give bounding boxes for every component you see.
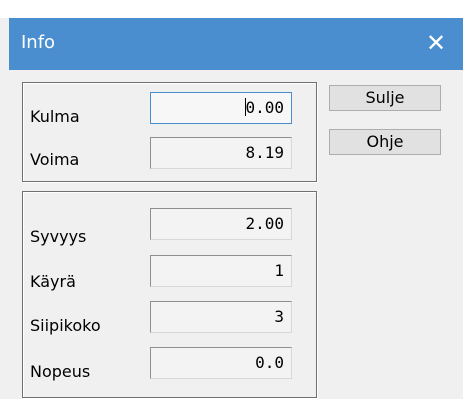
syvyys-label: Syvyys: [30, 227, 87, 246]
nopeus-field[interactable]: 0.0: [150, 347, 292, 379]
kayra-label: Käyrä: [30, 272, 76, 291]
syvyys-field[interactable]: 2.00: [150, 208, 292, 240]
syvyys-value: 2.00: [245, 214, 284, 233]
kulma-label: Kulma: [30, 107, 80, 126]
groupbox-parameters: Syvyys 2.00 Käyrä 1 Siipikoko 3 Nopeus 0…: [22, 191, 317, 398]
voima-label: Voima: [30, 150, 80, 169]
kulma-value: 0.00: [245, 98, 284, 117]
siipikoko-field[interactable]: 3: [150, 301, 292, 333]
siipikoko-value: 3: [274, 307, 284, 326]
nopeus-label: Nopeus: [30, 362, 91, 381]
sulje-button[interactable]: Sulje: [329, 85, 441, 111]
nopeus-value: 0.0: [255, 353, 284, 372]
voima-field[interactable]: 8.19: [150, 137, 292, 169]
dialog-client-area: Kulma 0.00 Voima 8.19 Syvyys 2.00 Käyrä …: [9, 70, 463, 399]
kayra-value: 1: [274, 261, 284, 280]
close-icon[interactable]: ✕: [423, 29, 449, 57]
info-dialog: Info ✕ Kulma 0.00 Voima 8.19 Syvyys 2.00…: [0, 0, 463, 399]
kayra-field[interactable]: 1: [150, 255, 292, 287]
kulma-field[interactable]: 0.00: [150, 92, 292, 124]
title-bar[interactable]: Info ✕: [9, 18, 463, 70]
background-strip: [0, 0, 463, 18]
groupbox-angle-force: Kulma 0.00 Voima 8.19: [22, 82, 317, 182]
voima-value: 8.19: [245, 143, 284, 162]
ohje-button[interactable]: Ohje: [329, 129, 441, 155]
window-title: Info: [21, 32, 56, 53]
siipikoko-label: Siipikoko: [30, 316, 101, 335]
